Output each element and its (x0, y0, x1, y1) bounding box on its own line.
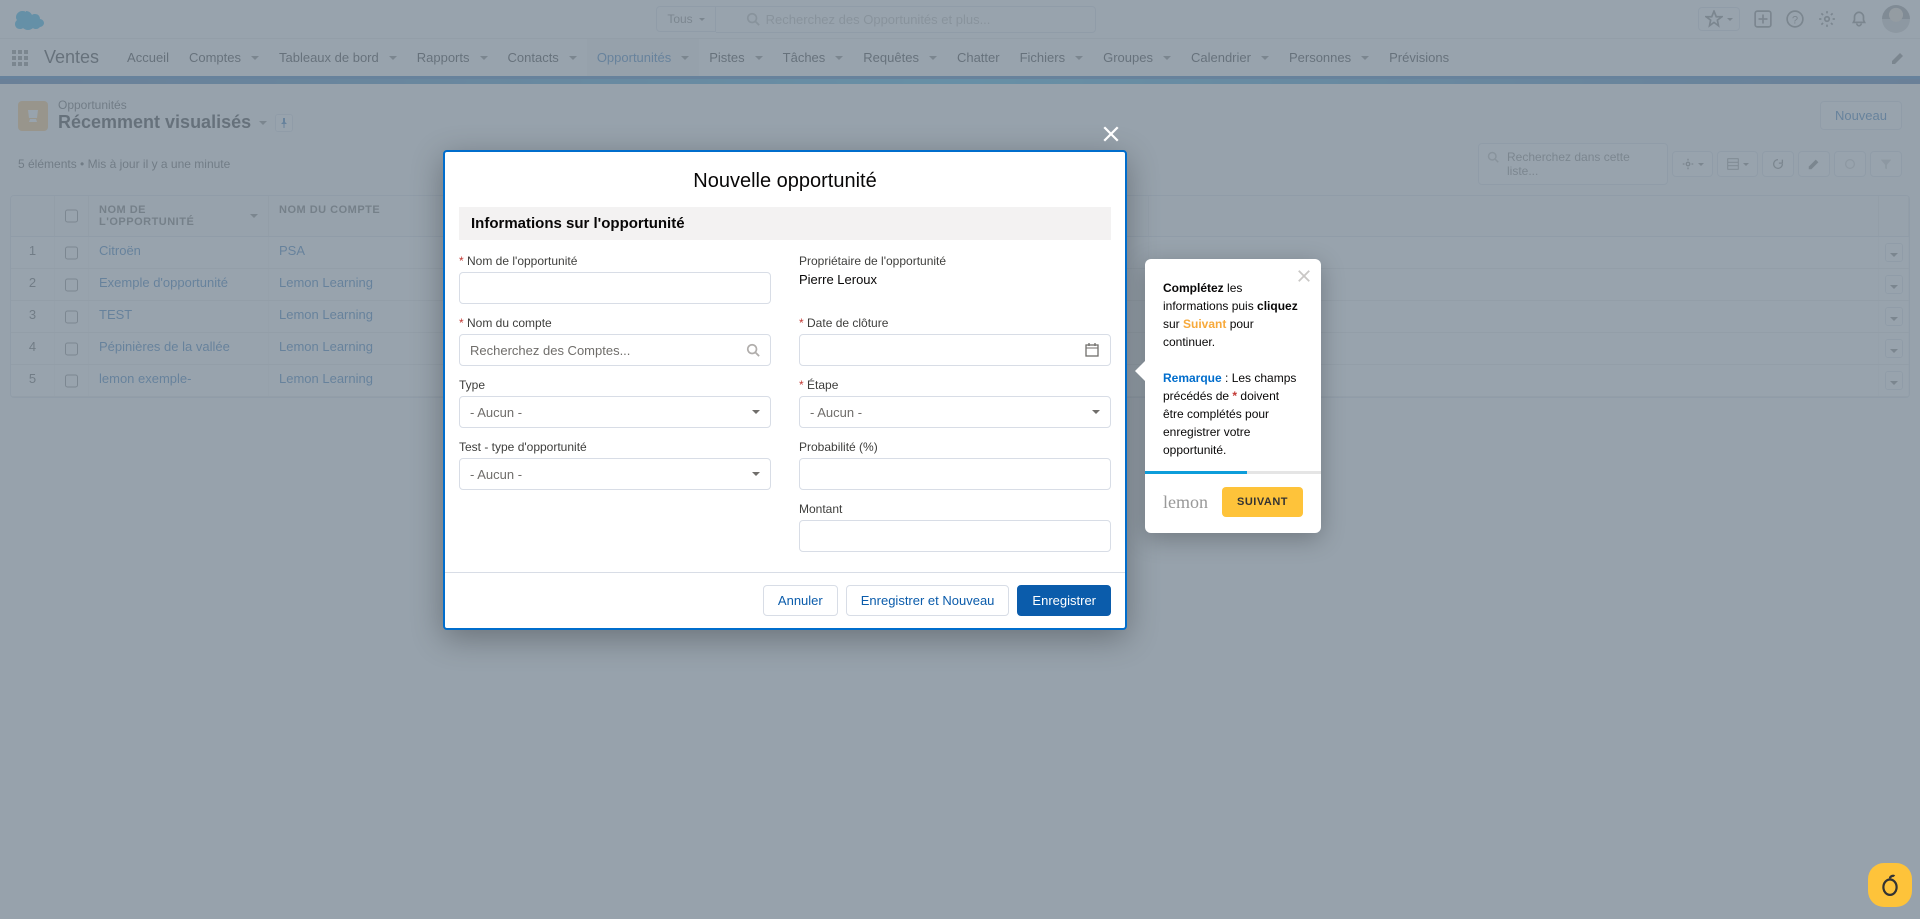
close-icon[interactable] (1297, 269, 1311, 283)
save-button[interactable]: Enregistrer (1017, 585, 1111, 616)
new-opportunity-modal: Nouvelle opportunité Informations sur l'… (443, 150, 1127, 630)
popover-progress (1145, 471, 1321, 474)
lookup-compte[interactable]: Recherchez des Comptes... (459, 334, 771, 366)
lemon-floating-button[interactable] (1868, 863, 1912, 907)
input-montant[interactable] (799, 520, 1111, 552)
label-date: * Date de clôture (799, 316, 1111, 330)
save-new-button[interactable]: Enregistrer et Nouveau (846, 585, 1010, 616)
input-nom[interactable] (459, 272, 771, 304)
label-proba: Probabilité (%) (799, 440, 1111, 454)
chevron-down-icon (752, 472, 760, 476)
search-icon (746, 343, 760, 357)
owner-value: Pierre Leroux (799, 272, 1111, 287)
close-button[interactable] (1097, 120, 1125, 148)
section-header: Informations sur l'opportunité (459, 207, 1111, 240)
lemon-logo: lemon (1163, 489, 1208, 516)
label-compte: * Nom du compte (459, 316, 771, 330)
label-nom: * Nom de l'opportunité (459, 254, 771, 268)
popover-text-2: Remarque : Les champs précédés de * doiv… (1163, 369, 1303, 459)
suivant-button[interactable]: SUIVANT (1222, 487, 1303, 517)
chevron-down-icon (1092, 410, 1100, 414)
label-proprietaire: Propriétaire de l'opportunité (799, 254, 1111, 268)
label-etape: * Étape (799, 378, 1111, 392)
label-test: Test - type d'opportunité (459, 440, 771, 454)
popover-text-1: Complétez les informations puis cliquez … (1163, 279, 1303, 351)
guidance-popover: Complétez les informations puis cliquez … (1145, 259, 1321, 533)
chevron-down-icon (752, 410, 760, 414)
modal-title: Nouvelle opportunité (445, 152, 1125, 207)
label-type: Type (459, 378, 771, 392)
lemon-icon (1879, 874, 1901, 896)
calendar-icon (1084, 342, 1100, 358)
select-type[interactable]: - Aucun - (459, 396, 771, 428)
select-test[interactable]: - Aucun - (459, 458, 771, 490)
cancel-button[interactable]: Annuler (763, 585, 838, 616)
input-date[interactable] (799, 334, 1111, 366)
label-montant: Montant (799, 502, 1111, 516)
input-proba[interactable] (799, 458, 1111, 490)
modal-footer: Annuler Enregistrer et Nouveau Enregistr… (445, 572, 1125, 628)
select-etape[interactable]: - Aucun - (799, 396, 1111, 428)
close-icon (1102, 125, 1120, 143)
